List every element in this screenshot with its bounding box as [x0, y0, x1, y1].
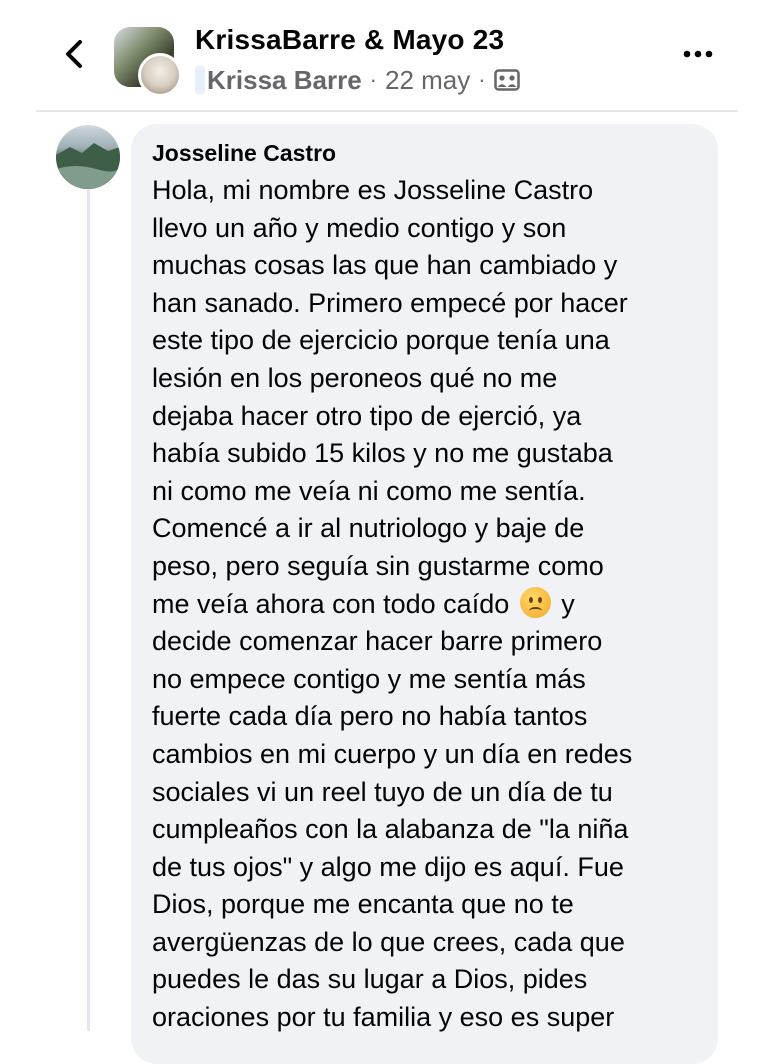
comment-line: han sanado. Primero empecé por hacer: [152, 287, 628, 318]
comment-line: dejaba hacer otro tipo de ejerció, ya: [152, 400, 582, 431]
comment-line: muchas cosas las que han cambiado y: [152, 250, 618, 281]
comment-line: Dios, porque me encanta que no te: [152, 889, 574, 920]
comment-line: lesión en los peroneos qué no me: [152, 362, 558, 393]
author-avatar: [138, 53, 182, 97]
group-avatar[interactable]: [114, 27, 182, 97]
comment-line: llevo un año y medio contigo y son: [152, 212, 567, 243]
comment-line: de tus ojos" y algo me dijo es aquí. Fue: [152, 851, 624, 882]
comment-line: había subido 15 kilos y no me gustaba: [152, 438, 613, 469]
comment-fragment: me veía ahora con todo caído: [152, 588, 510, 619]
separator: ·: [369, 67, 377, 92]
post-header: KrissaBarre & Mayo 23 Krissa Barre · 22 …: [0, 0, 774, 112]
more-horizontal-icon: [683, 50, 713, 58]
comment-line: Hola, mi nombre es Josseline Castro: [152, 175, 594, 205]
group-title[interactable]: KrissaBarre & Mayo 23: [195, 24, 504, 56]
comment-line: peso, pero seguía sin gustarme como: [152, 550, 604, 581]
comment-text: Hola, mi nombre es Josseline Castro llev…: [152, 172, 712, 1037]
commenter-name[interactable]: Josseline Castro: [152, 140, 336, 167]
comment-line: puedes le das su lugar a Dios, pides: [152, 964, 588, 995]
comment-line: Comencé a ir al nutriologo y baje de: [152, 513, 585, 544]
back-button[interactable]: [56, 36, 92, 72]
group-members-icon: [493, 67, 520, 93]
comment-line: avergüenzas de lo que crees, cada que: [152, 926, 625, 957]
comment-line: oraciones por tu familia y eso es super: [152, 1002, 615, 1033]
comment-line: cumpleaños con la alabanza de "la niña: [152, 814, 629, 845]
post-author[interactable]: Krissa Barre: [207, 65, 362, 96]
separator: ·: [478, 67, 486, 92]
comment-fragment: y: [561, 588, 575, 619]
comment-line: no empece contigo y me sentía más: [152, 663, 586, 694]
admin-highlight: [195, 66, 205, 94]
worried-face-emoji-icon: [519, 586, 551, 618]
comment-line: cambios en mi cuerpo y un día en redes: [152, 738, 633, 769]
commenter-avatar[interactable]: [56, 125, 120, 189]
reply-thread-line: [87, 188, 90, 1031]
comment-line-with-emoji: me veía ahora con todo caído y: [152, 586, 712, 624]
comment-line: sociales vi un reel tuyo de un día de tu: [152, 776, 613, 807]
post-date[interactable]: 22 may: [385, 65, 470, 96]
more-options-button[interactable]: [676, 38, 720, 70]
chevron-left-icon: [66, 40, 82, 68]
header-divider: [36, 110, 738, 112]
comment-line: ni como me veía ni como me sentía.: [152, 475, 586, 506]
comment-line: decide comenzar hacer barre primero: [152, 626, 603, 657]
post-meta: Krissa Barre · 22 may ·: [195, 64, 520, 96]
comment-line: fuerte cada día pero no había tantos: [152, 701, 588, 732]
comment-line: este tipo de ejercicio porque tenía una: [152, 325, 610, 356]
